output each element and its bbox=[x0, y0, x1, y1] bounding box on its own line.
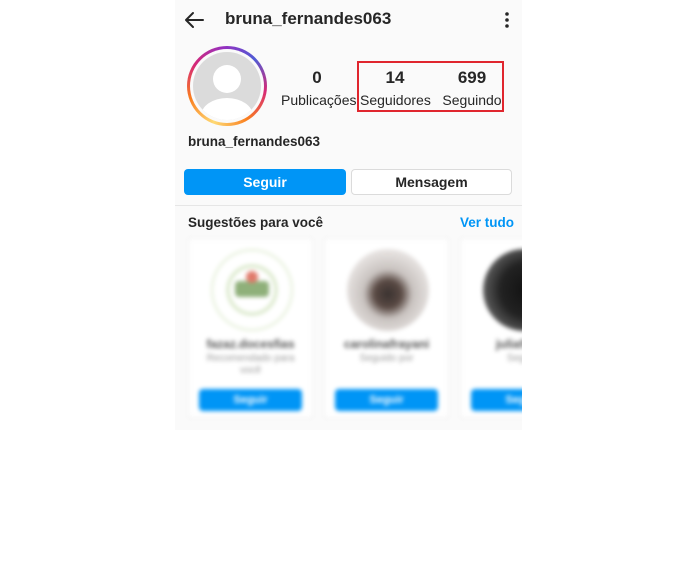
profile-avatar[interactable] bbox=[187, 46, 267, 126]
see-all-link[interactable]: Ver tudo bbox=[460, 215, 514, 230]
profile-username-title: bruna_fernandes063 bbox=[225, 9, 392, 28]
avatar-ring-gap bbox=[190, 49, 264, 123]
profile-display-name: bruna_fernandes063 bbox=[188, 134, 321, 149]
suggestions-title: Sugestões para você bbox=[188, 215, 324, 230]
suggestion-subtitle: Recomendado para você bbox=[206, 353, 295, 376]
suggestion-card[interactable]: fazaz.docesfias Recomendado para você Se… bbox=[188, 238, 313, 418]
stat-posts: 0 Publicações bbox=[281, 68, 357, 109]
suggestion-follow-button[interactable]: Seguir bbox=[199, 389, 302, 411]
posts-label: Publicações bbox=[281, 92, 357, 108]
suggestions-carousel: fazaz.docesfias Recomendado para você Se… bbox=[188, 238, 522, 418]
suggestion-subtitle: Seguid bbox=[506, 353, 522, 364]
more-vertical-icon bbox=[505, 12, 509, 28]
posts-count: 0 bbox=[312, 68, 322, 87]
suggestion-card[interactable]: juliafrade Seguid Seguir bbox=[460, 238, 522, 418]
more-options-button[interactable] bbox=[497, 10, 517, 30]
default-avatar-icon bbox=[193, 52, 261, 120]
highlight-annotation-box bbox=[357, 61, 504, 112]
suggestion-avatar[interactable] bbox=[347, 249, 429, 331]
suggestion-subtitle: Seguido por bbox=[359, 353, 414, 364]
arrow-left-icon bbox=[185, 12, 204, 28]
suggestion-follow-button[interactable]: Seguir bbox=[471, 389, 522, 411]
profile-screen: bruna_fernandes063 0 Publicações 14 Segu… bbox=[175, 0, 522, 430]
back-button[interactable] bbox=[183, 9, 205, 31]
message-button[interactable]: Mensagem bbox=[351, 169, 512, 195]
suggestion-follow-button[interactable]: Seguir bbox=[335, 389, 438, 411]
suggestion-avatar[interactable] bbox=[483, 249, 522, 331]
section-divider bbox=[175, 205, 522, 206]
suggestion-name: juliafrade bbox=[495, 337, 522, 351]
suggestion-avatar[interactable] bbox=[211, 249, 293, 331]
suggestion-name: carolinafrayani bbox=[343, 337, 430, 351]
follow-button[interactable]: Seguir bbox=[184, 169, 346, 195]
suggestion-name: fazaz.docesfias bbox=[206, 337, 295, 351]
top-bar: bruna_fernandes063 bbox=[175, 0, 522, 40]
suggestion-card[interactable]: carolinafrayani Seguido por Seguir bbox=[324, 238, 449, 418]
